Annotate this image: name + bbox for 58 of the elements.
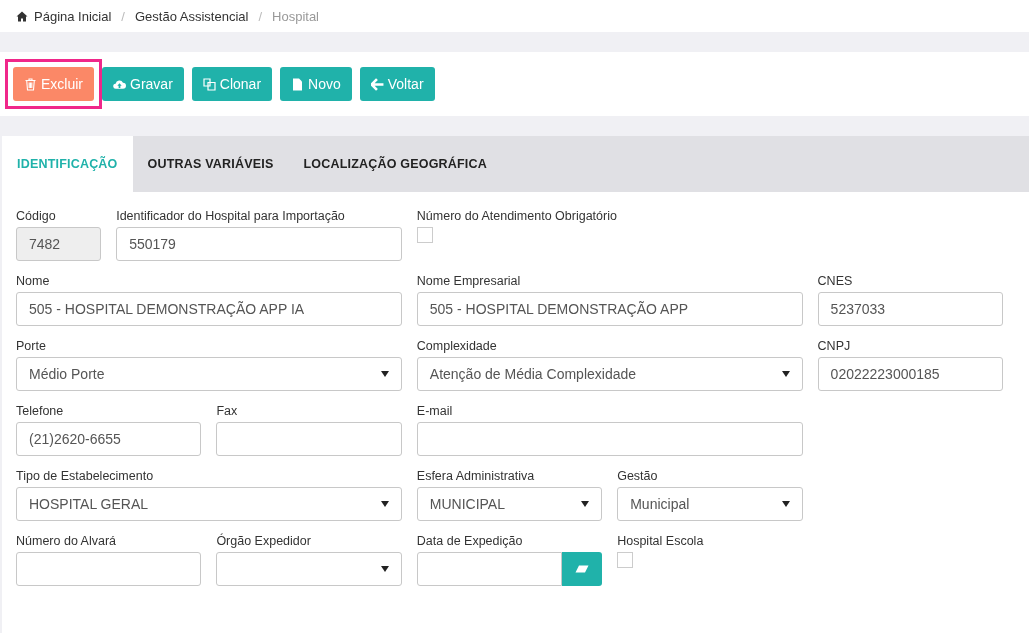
field-label: Número do Alvará (16, 533, 117, 549)
breadcrumb-link[interactable]: Página Inicial (34, 8, 112, 24)
select-field[interactable]: Atenção de Média Complexidade (416, 357, 803, 391)
input-field[interactable]: (21)2620-6655 (16, 422, 202, 456)
caret-icon (380, 371, 389, 377)
field-label: Data de Expedição (416, 533, 523, 549)
breadcrumb-separator: / (258, 8, 263, 24)
copy-icon (202, 77, 216, 91)
tab[interactable]: OUTRAS VARIÁVEIS (132, 136, 289, 192)
checkbox[interactable] (416, 227, 433, 243)
cloud-upload-icon (113, 77, 126, 91)
field-label: Fax (216, 403, 238, 419)
caret-icon (781, 371, 790, 377)
eraser-icon (575, 565, 590, 573)
field-label: CNPJ (817, 338, 851, 354)
caret-icon (380, 566, 389, 572)
select-field[interactable] (216, 552, 402, 586)
home-icon (16, 10, 28, 22)
breadcrumb-link[interactable]: Gestão Assistencial (134, 8, 249, 24)
field-label: Tipo de Estabelecimento (16, 468, 154, 484)
input-field: 7482 (16, 227, 102, 261)
field-label: Nome (16, 273, 50, 289)
breadcrumb-separator: / (121, 8, 125, 24)
checkbox[interactable] (617, 552, 634, 568)
trash-icon (24, 77, 37, 91)
input-field[interactable] (216, 422, 402, 456)
input-field[interactable]: 505 - HOSPITAL DEMONSTRAÇÃO APP (416, 292, 803, 326)
field-label: CNES (817, 273, 853, 289)
field-label: E-mail (416, 403, 453, 419)
field-label: Número do Atendimento Obrigatório (416, 208, 617, 224)
input-field[interactable]: 02022223000185 (817, 357, 1003, 391)
input-field[interactable]: 5237033 (817, 292, 1003, 326)
file-icon (291, 77, 305, 91)
clear-date-button[interactable] (562, 552, 603, 586)
date-field[interactable] (416, 552, 563, 586)
field-label: Hospital Escola (617, 533, 704, 549)
field-label: Complexidade (416, 338, 497, 354)
field-label: Telefone (16, 403, 64, 419)
field-label: Nome Empresarial (416, 273, 521, 289)
caret-icon (380, 501, 389, 507)
field-label: Esfera Administrativa (416, 468, 535, 484)
input-field[interactable]: 550179 (116, 227, 402, 261)
select-field[interactable]: HOSPITAL GERAL (16, 487, 402, 521)
field-label: Identificador do Hospital para Importação (116, 208, 345, 224)
tab[interactable]: LOCALIZAÇÃO GEOGRÁFICA (288, 136, 502, 192)
field-label: Porte (16, 338, 46, 354)
select-field[interactable]: Municipal (617, 487, 803, 521)
input-field[interactable] (16, 552, 202, 586)
caret-icon (581, 501, 590, 507)
select-field[interactable]: Médio Porte (16, 357, 402, 391)
arrow-left-icon (370, 77, 384, 91)
input-field[interactable] (416, 422, 803, 456)
caret-icon (781, 501, 790, 507)
field-label: Órgão Expedidor (216, 533, 311, 549)
field-label: Gestão (617, 468, 658, 484)
input-field[interactable]: 505 - HOSPITAL DEMONSTRAÇÃO APP IA (16, 292, 402, 326)
field-label: Código (16, 208, 56, 224)
select-field[interactable]: MUNICIPAL (416, 487, 603, 521)
